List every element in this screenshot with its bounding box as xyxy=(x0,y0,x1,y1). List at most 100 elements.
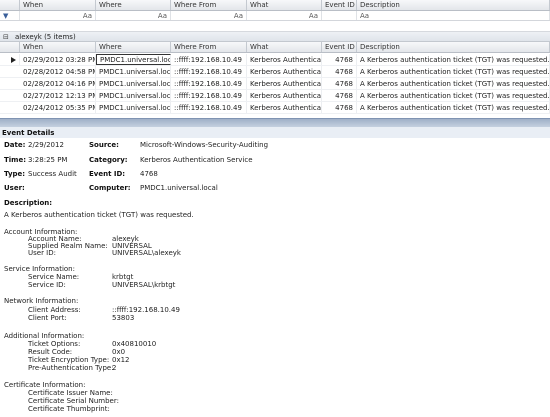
date-label: Date: xyxy=(4,141,26,149)
column-event-id[interactable]: Event ID xyxy=(322,0,357,10)
encryption-type-label: Ticket Encryption Type: xyxy=(28,356,110,364)
additional-section-header: Additional Information: xyxy=(4,332,85,340)
filter-funnel-icon[interactable]: ▼ xyxy=(0,11,20,20)
event-id-label: Event ID: xyxy=(89,170,126,178)
type-label: Type: xyxy=(4,170,26,178)
cell-what: Kerberos Authenticatio xyxy=(247,90,322,101)
table-row[interactable]: 02/28/2012 04:16 PM PMDC1.universal.loca… xyxy=(0,78,550,90)
source-value: Microsoft-Windows-Security-Auditing xyxy=(140,141,269,149)
filter-where-from-icon[interactable]: Aa xyxy=(171,11,247,20)
cert-thumbprint-label: Certificate Thumbprint: xyxy=(28,405,110,413)
table-row[interactable]: 02/24/2012 05:35 PM PMDC1.universal.loca… xyxy=(0,102,550,114)
service-name-label: Service Name: xyxy=(28,273,80,281)
cell-where: PMDC1.universal.local xyxy=(96,102,171,113)
result-code-label: Result Code: xyxy=(28,348,73,356)
cell-when: 02/24/2012 05:35 PM xyxy=(20,102,96,113)
cell-what: Kerberos Authenticatio xyxy=(247,78,322,89)
group-column-what[interactable]: What xyxy=(247,42,322,52)
table-row[interactable]: 02/29/2012 03:28 PM PMDC1.universal.loca… xyxy=(0,54,550,66)
ticket-options-value: 0x40810010 xyxy=(112,340,157,348)
result-code-value: 0x0 xyxy=(112,348,126,356)
cell-event-id: 4768 xyxy=(322,54,357,65)
group-header[interactable]: ⊟ alexeyk (5 items) xyxy=(0,32,550,42)
user-label: User: xyxy=(4,184,25,192)
cell-where-from: ::ffff:192.168.10.49 xyxy=(171,66,247,77)
computer-label: Computer: xyxy=(89,184,131,192)
cell-where: PMDC1.universal.local xyxy=(96,90,171,101)
column-where-from[interactable]: Where From xyxy=(171,0,247,10)
cell-where: PMDC1.universal.local xyxy=(96,66,171,77)
computer-value: PMDC1.universal.local xyxy=(140,184,218,192)
date-value: 2/29/2012 xyxy=(28,141,64,149)
group-column-where[interactable]: Where xyxy=(96,42,171,52)
preauth-type-label: Pre-Authentication Type: xyxy=(28,364,114,372)
network-section-header: Network Information: xyxy=(4,297,79,305)
top-column-header: When Where Where From What Event ID Desc… xyxy=(0,0,550,11)
cell-description: A Kerberos authentication ticket (TGT) w… xyxy=(357,54,550,65)
description-text: A Kerberos authentication ticket (TGT) w… xyxy=(4,211,194,219)
column-when[interactable]: When xyxy=(20,0,96,10)
cert-serial-label: Certificate Serial Number: xyxy=(28,397,119,405)
cell-event-id: 4768 xyxy=(322,102,357,113)
service-id-value: UNIVERSAL\krbtgt xyxy=(112,281,176,289)
cell-where-from: ::ffff:192.168.10.49 xyxy=(171,90,247,101)
source-label: Source: xyxy=(89,141,119,149)
user-id-value: UNIVERSAL\alexeyk xyxy=(112,249,181,257)
header-spacer xyxy=(0,0,20,10)
cell-where: PMDC1.universal.local xyxy=(96,78,171,89)
filter-row: ▼ Aa Aa Aa Aa Aa xyxy=(0,11,550,21)
cell-description: A Kerberos authentication ticket (TGT) w… xyxy=(357,78,550,89)
header-spacer-2 xyxy=(8,42,20,52)
event-id-value: 4768 xyxy=(140,170,158,178)
service-name-value: krbtgt xyxy=(112,273,134,281)
cell-where-from: ::ffff:192.168.10.49 xyxy=(171,78,247,89)
cell-when: 02/28/2012 04:16 PM xyxy=(20,78,96,89)
group-column-description[interactable]: Description xyxy=(357,42,550,52)
filter-description-icon[interactable]: Aa xyxy=(357,11,550,20)
cell-event-id: 4768 xyxy=(322,78,357,89)
service-section-header: Service Information: xyxy=(4,265,75,273)
time-label: Time: xyxy=(4,156,27,164)
column-where[interactable]: Where xyxy=(96,0,171,10)
group-column-where-from[interactable]: Where From xyxy=(171,42,247,52)
filter-event-id-cell[interactable] xyxy=(322,11,357,20)
event-details-title: Event Details xyxy=(0,127,550,138)
ticket-options-label: Ticket Options: xyxy=(28,340,81,348)
spacer-row xyxy=(0,21,550,32)
client-port-value: 53803 xyxy=(112,314,135,322)
cell-event-id: 4768 xyxy=(322,90,357,101)
certificate-section-header: Certificate Information: xyxy=(4,381,86,389)
cell-where-from: ::ffff:192.168.10.49 xyxy=(171,54,247,65)
cell-event-id: 4768 xyxy=(322,66,357,77)
time-value: 3:28:25 PM xyxy=(28,156,68,164)
header-indent xyxy=(0,42,8,52)
user-id-label: User ID: xyxy=(28,249,56,257)
column-description[interactable]: Description xyxy=(357,0,550,10)
client-address-value: ::ffff:192.168.10.49 xyxy=(112,306,180,314)
filter-where-icon[interactable]: Aa xyxy=(96,11,171,20)
cell-what: Kerberos Authenticatio xyxy=(247,66,322,77)
table-row[interactable]: 02/28/2012 04:58 PM PMDC1.universal.loca… xyxy=(0,66,550,78)
cell-where-from: ::ffff:192.168.10.49 xyxy=(171,102,247,113)
cell-where[interactable]: PMDC1.universal.local xyxy=(96,54,171,65)
filter-what-icon[interactable]: Aa xyxy=(247,11,322,20)
service-id-label: Service ID: xyxy=(28,281,66,289)
cell-description: A Kerberos authentication ticket (TGT) w… xyxy=(357,102,550,113)
description-label: Description: xyxy=(4,199,53,207)
filter-when-icon[interactable]: Aa xyxy=(20,11,96,20)
type-value: Success Audit xyxy=(28,170,77,178)
column-what[interactable]: What xyxy=(247,0,322,10)
encryption-type-value: 0x12 xyxy=(112,356,130,364)
preauth-type-value: 2 xyxy=(112,364,117,372)
group-column-header: When Where Where From What Event ID Desc… xyxy=(0,42,550,53)
cell-when: 02/29/2012 03:28 PM xyxy=(20,54,96,65)
client-port-label: Client Port: xyxy=(28,314,67,322)
cert-issuer-label: Certificate Issuer Name: xyxy=(28,389,113,397)
cell-description: A Kerberos authentication ticket (TGT) w… xyxy=(357,66,550,77)
category-label: Category: xyxy=(89,156,128,164)
cell-what: Kerberos Authenticatio xyxy=(247,54,322,65)
table-row[interactable]: 02/27/2012 12:13 PM PMDC1.universal.loca… xyxy=(0,90,550,102)
group-column-when[interactable]: When xyxy=(20,42,96,52)
cell-when: 02/27/2012 12:13 PM xyxy=(20,90,96,101)
group-column-event-id[interactable]: Event ID xyxy=(322,42,357,52)
